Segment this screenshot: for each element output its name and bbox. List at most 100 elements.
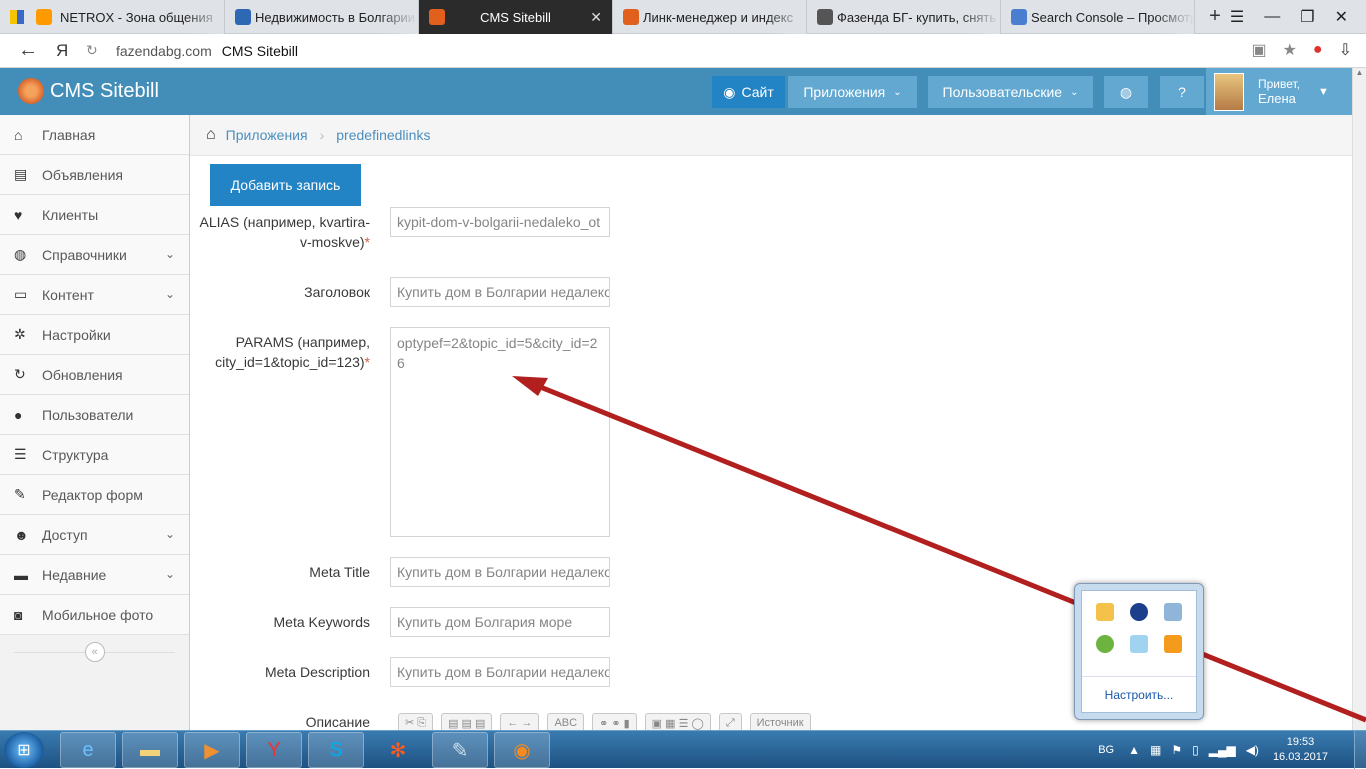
alias-label-text: ALIAS (например, kvartira-v-moskve)	[199, 214, 370, 250]
folder-icon[interactable]	[1096, 603, 1114, 621]
explorer-taskbar-icon[interactable]: ▬	[122, 732, 178, 768]
address-domain[interactable]: fazendabg.com	[116, 43, 212, 59]
yandex-taskbar-icon[interactable]: Y	[246, 732, 302, 768]
sidebar-item[interactable]: ▭ Контент ⌄	[0, 275, 189, 315]
title-input[interactable]: Купить дом в Болгарии недалеко	[390, 277, 610, 307]
show-hidden-icons[interactable]: ▲	[1128, 743, 1140, 757]
help-button[interactable]: ?	[1160, 76, 1204, 108]
bluetooth-icon[interactable]	[1130, 603, 1148, 621]
page-scrollbar[interactable]: ▲	[1352, 68, 1366, 730]
globe-button[interactable]: ◍	[1104, 76, 1148, 108]
menu-icon[interactable]: ☰	[1230, 7, 1244, 27]
language-indicator[interactable]: BG	[1098, 744, 1114, 756]
editor-undo-icon[interactable]: ← →	[500, 713, 540, 730]
minimize-icon[interactable]: —	[1264, 8, 1280, 26]
sidebar-item-label: Контент	[42, 286, 94, 303]
volume-icon[interactable]: ◀)	[1246, 743, 1259, 757]
user-menu[interactable]: Привет, Елена ▼	[1206, 68, 1352, 115]
editor-cut-icon[interactable]: ✂ ⎘	[398, 713, 434, 730]
download-icon[interactable]: ⇩	[1339, 40, 1352, 60]
editor-maximize-icon[interactable]: ⤢	[718, 713, 742, 730]
tray-app-icon[interactable]: ▦	[1150, 743, 1161, 757]
tab-title: CMS Sitebill	[480, 9, 551, 25]
editor-paste-icon[interactable]: ▤ ▤ ▤	[441, 713, 493, 730]
sidebar-item[interactable]: ▬ Недавние ⌄	[0, 555, 189, 595]
pen-tool-icon[interactable]	[1130, 635, 1148, 653]
users-icon: ☻	[14, 526, 29, 543]
sidebar-item[interactable]: ♥ Клиенты	[0, 195, 189, 235]
editor-spellcheck-icon[interactable]: ABC	[547, 713, 585, 730]
custom-dropdown[interactable]: Пользовательские ⌄	[928, 76, 1093, 108]
star-icon[interactable]: ★	[1283, 40, 1297, 60]
editor-link-icon[interactable]: ⚭ ⚭ ▮	[592, 713, 637, 730]
params-textarea[interactable]: optypef=2&topic_id=5&city_id=26	[390, 327, 610, 537]
firefox-taskbar-icon[interactable]: ◉	[494, 732, 550, 768]
breadcrumb-current[interactable]: predefinedlinks	[336, 127, 430, 143]
network-monitor-icon[interactable]	[1164, 603, 1182, 621]
browser-tab[interactable]: CMS Sitebill ✕	[419, 0, 613, 34]
close-window-icon[interactable]: ✕	[1335, 7, 1348, 27]
sidebar-item[interactable]: ● Пользователи	[0, 395, 189, 435]
apps-dropdown[interactable]: Приложения ⌄	[788, 76, 917, 108]
battery-icon[interactable]: ▯	[1192, 743, 1199, 757]
laptop-icon: ▭	[14, 286, 28, 302]
home-icon[interactable]: ⌂	[206, 126, 216, 144]
address-page-title[interactable]: CMS Sitebill	[222, 43, 298, 59]
sidebar-item[interactable]: ▤ Объявления	[0, 155, 189, 195]
ie-taskbar-icon[interactable]: e	[60, 732, 116, 768]
flag-icon[interactable]: ⚑	[1171, 743, 1182, 757]
add-record-button[interactable]: Добавить запись	[210, 164, 361, 206]
signal-icon[interactable]: ▂▄▆	[1209, 743, 1236, 757]
sidebar-item[interactable]: ✲ Настройки	[0, 315, 189, 355]
lock-icon[interactable]: ▣	[1251, 40, 1266, 60]
editor-source-button[interactable]: Источник	[749, 713, 811, 730]
title-label: Заголовок	[304, 284, 370, 300]
restore-icon[interactable]: ❐	[1300, 7, 1314, 27]
sidebar-item[interactable]: ✎ Редактор форм	[0, 475, 189, 515]
yandex-icon[interactable]: Я	[56, 41, 86, 61]
alias-input[interactable]: kypit-dom-v-bolgarii-nedaleko_ot	[390, 207, 610, 237]
media-taskbar-icon[interactable]: ▶	[184, 732, 240, 768]
tray-configure-link[interactable]: Настроить...	[1082, 676, 1196, 712]
sidebar-item[interactable]: ↻ Обновления	[0, 355, 189, 395]
browser-tab[interactable]: Недвижимость в Болгарии	[225, 0, 419, 34]
show-desktop-button[interactable]	[1354, 731, 1366, 769]
reload-icon[interactable]: ↻	[86, 42, 116, 59]
meta-keywords-input[interactable]: Купить дом Болгария море	[390, 607, 610, 637]
sidebar-item[interactable]: ⌂ Главная	[0, 115, 189, 155]
sidebar-item-label: Главная	[42, 126, 96, 143]
site-button[interactable]: ◉ Сайт	[712, 76, 785, 108]
sidebar-item[interactable]: ◍ Справочники ⌄	[0, 235, 189, 275]
editor-table-icon[interactable]: ▣ ▦ ☰ ◯	[644, 713, 711, 730]
brand[interactable]: CMS Sitebill	[18, 78, 159, 104]
tray-overflow-popup: Настроить...	[1074, 583, 1204, 720]
start-button[interactable]: ⊞	[4, 732, 44, 768]
browser-tab[interactable]: NETROX - Зона общения	[0, 0, 225, 34]
firefox-icon: ◉	[513, 739, 531, 762]
browser-tab[interactable]: Линк-менеджер и индекс	[613, 0, 807, 34]
skype-taskbar-icon[interactable]: S	[308, 732, 364, 768]
notepad-taskbar-icon[interactable]: ✎	[432, 732, 488, 768]
app-taskbar-icon[interactable]: ✻	[370, 732, 426, 768]
breadcrumb-apps[interactable]: Приложения	[226, 127, 308, 143]
media-player-icon: ▶	[204, 739, 220, 762]
browser-tab[interactable]: Search Console – Просмотр	[1001, 0, 1195, 34]
extension-icon[interactable]: ●	[1313, 41, 1323, 59]
sidebar-item[interactable]: ◙ Мобильное фото	[0, 595, 189, 635]
chevron-down-icon: ⌄	[164, 287, 175, 301]
close-tab-icon[interactable]: ✕	[590, 9, 602, 26]
star-app-icon[interactable]	[1164, 635, 1182, 653]
sidebar-item[interactable]: ☻ Доступ ⌄	[0, 515, 189, 555]
scroll-up-icon[interactable]: ▲	[1353, 68, 1366, 82]
sidebar-item[interactable]: ☰ Структура	[0, 435, 189, 475]
favicon-icon	[817, 9, 833, 25]
meta-description-input[interactable]: Купить дом в Болгарии недалеко	[390, 657, 610, 687]
collapse-icon[interactable]: «	[84, 642, 105, 662]
browser-tab[interactable]: Фазенда БГ- купить, снять	[807, 0, 1001, 34]
system-tray: BG ▲ ▦ ⚑ ▯ ▂▄▆ ◀) 19:53 16.03.2017	[1098, 731, 1366, 769]
meta-title-input[interactable]: Купить дом в Болгарии недалеко	[390, 557, 610, 587]
sidebar-item-label: Доступ	[42, 526, 88, 543]
clock[interactable]: 19:53 16.03.2017	[1273, 735, 1328, 765]
evernote-icon[interactable]	[1096, 635, 1114, 653]
back-icon[interactable]: ←	[0, 39, 56, 62]
